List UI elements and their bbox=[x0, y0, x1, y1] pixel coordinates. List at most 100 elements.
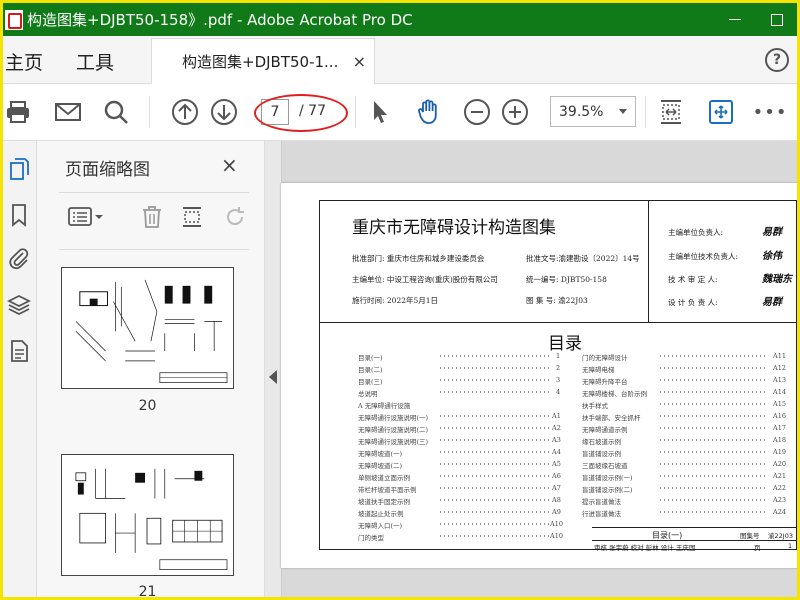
close-panel-icon[interactable]: × bbox=[221, 153, 238, 177]
page-thumbnail[interactable] bbox=[61, 267, 234, 389]
toolbar: 7 / 77 39.5% ••• bbox=[3, 84, 797, 141]
page-options-icon[interactable] bbox=[67, 202, 107, 232]
document-view[interactable]: 重庆市无障碍设计构造图集 批准部门: 重庆市住房和城乡建设委员会 主编单位: 中… bbox=[265, 141, 797, 597]
title-block-atlas-no: 渝22J03 bbox=[768, 532, 793, 540]
delete-icon[interactable] bbox=[137, 202, 167, 232]
tab-document[interactable]: 构造图集+DJBT50-1... × bbox=[151, 38, 375, 84]
fit-page-icon[interactable] bbox=[656, 97, 686, 127]
toc-page: A19 bbox=[773, 448, 786, 456]
info-line: 统一编号: DJBT50-158 bbox=[526, 275, 607, 284]
page-down-icon[interactable] bbox=[209, 97, 239, 127]
red-annotation-ellipse bbox=[254, 94, 348, 132]
toc-page: 1 bbox=[556, 352, 561, 360]
toc-entry: 门的类型 bbox=[358, 534, 384, 542]
toc-page: A4 bbox=[552, 448, 561, 456]
toc-entry: 扶手端部、安全抓杆 bbox=[582, 414, 641, 422]
layers-icon[interactable] bbox=[6, 291, 32, 319]
signatory-role: 设 计 负 责 人: bbox=[668, 298, 718, 307]
title-block: 目录(一) 图集号 渝22J03 审核 张宇蔚 校对 彭林 设计 王庆国 页 1 bbox=[592, 527, 797, 552]
toc-entry: 无障碍通行设施说明(一) bbox=[358, 414, 429, 422]
toc-entry: 无障碍通行设施说明(三) bbox=[358, 438, 429, 446]
page-thumbnail-drawing bbox=[75, 279, 228, 383]
more-icon[interactable]: ••• bbox=[753, 97, 787, 127]
pdf-page: 重庆市无障碍设计构造图集 批准部门: 重庆市住房和城乡建设委员会 主编单位: 中… bbox=[281, 183, 797, 568]
toc-entry: 无障碍坡道(二) bbox=[358, 462, 403, 470]
search-icon[interactable] bbox=[101, 97, 131, 127]
panel-divider bbox=[59, 249, 249, 250]
cover-header: 重庆市无障碍设计构造图集 批准部门: 重庆市住房和城乡建设委员会 主编单位: 中… bbox=[320, 201, 797, 323]
title-block-atlas-label: 图集号 bbox=[740, 532, 760, 540]
toc-page: A17 bbox=[773, 424, 786, 432]
crop-icon[interactable] bbox=[177, 202, 207, 232]
title-bar: 构造图集+DJBT50-158》.pdf - Adobe Acrobat Pro… bbox=[3, 3, 797, 36]
toc-entry: 无障碍通行设施说明(二) bbox=[358, 426, 429, 434]
page-up-icon[interactable] bbox=[170, 97, 200, 127]
info-line: 主编单位: 中设工程咨询(重庆)股份有限公司 bbox=[352, 275, 498, 284]
tab-tools[interactable]: 工具 bbox=[76, 48, 114, 75]
drawing-frame: 重庆市无障碍设计构造图集 批准部门: 重庆市住房和城乡建设委员会 主编单位: 中… bbox=[319, 200, 797, 552]
toc-page: A18 bbox=[773, 436, 786, 444]
minimize-button[interactable] bbox=[715, 3, 755, 36]
collapse-panel-icon[interactable] bbox=[269, 370, 277, 384]
document-properties-icon[interactable] bbox=[6, 337, 32, 365]
toc-page: A2 bbox=[552, 424, 561, 432]
toc-page: A9 bbox=[552, 508, 561, 516]
toc-page: 3 bbox=[556, 376, 561, 384]
panel-collapse-strip[interactable] bbox=[265, 141, 282, 597]
toc-section: A 无障碍通行设施 bbox=[358, 402, 411, 410]
toc-page: A7 bbox=[552, 484, 561, 492]
close-tab-icon[interactable]: × bbox=[353, 52, 366, 71]
info-line: 图 集 号: 渝22J03 bbox=[526, 296, 588, 305]
help-icon[interactable]: ? bbox=[765, 48, 789, 72]
thumbnail-page-number: 20 bbox=[138, 398, 157, 414]
toolbar-separator bbox=[355, 96, 356, 128]
maximize-button[interactable] bbox=[757, 3, 797, 36]
signature: 徐伟 bbox=[762, 251, 782, 262]
attachment-icon[interactable] bbox=[6, 245, 32, 273]
atlas-title: 重庆市无障碍设计构造图集 bbox=[352, 218, 556, 238]
toc-entry: 目录(一) bbox=[358, 354, 383, 362]
zoom-select[interactable]: 39.5% bbox=[550, 96, 636, 127]
print-icon[interactable] bbox=[5, 97, 35, 127]
page-thumbnails-icon[interactable] bbox=[6, 155, 32, 183]
acrobat-window: 构造图集+DJBT50-158》.pdf - Adobe Acrobat Pro… bbox=[0, 0, 800, 600]
bookmark-icon[interactable] bbox=[6, 201, 32, 229]
thumbnail-toolbar bbox=[37, 199, 265, 237]
title-block-page: 1 bbox=[788, 542, 793, 550]
acrobat-app-icon bbox=[5, 9, 23, 30]
toc-entry: 门的无障碍设计 bbox=[582, 354, 628, 362]
rotate-icon[interactable] bbox=[220, 202, 250, 232]
hand-icon[interactable] bbox=[414, 97, 444, 127]
select-cursor-icon[interactable] bbox=[365, 97, 395, 127]
email-icon[interactable] bbox=[53, 97, 83, 127]
title-block-page-label: 页 bbox=[754, 544, 761, 552]
tab-home[interactable]: 主页 bbox=[5, 48, 43, 75]
signature: 易群 bbox=[762, 297, 782, 308]
toc-entry: 缘石坡道示例 bbox=[582, 438, 621, 446]
toc-entry: 目录(三) bbox=[358, 378, 383, 386]
signatory-role: 主编单位技术负责人: bbox=[668, 252, 739, 261]
toc-entry: 无障碍楼梯、台阶示例 bbox=[582, 390, 647, 398]
chevron-down-icon bbox=[619, 109, 627, 114]
toc-page: A3 bbox=[552, 436, 561, 444]
toc-title: 目录 bbox=[548, 334, 582, 354]
toc-page: 4 bbox=[556, 388, 561, 396]
toc-page: A23 bbox=[773, 496, 786, 504]
zoom-out-icon[interactable] bbox=[462, 97, 492, 127]
zoom-in-icon[interactable] bbox=[500, 97, 530, 127]
toolbar-separator bbox=[645, 96, 646, 128]
toc-page: A13 bbox=[773, 376, 786, 384]
page-thumbnail-drawing bbox=[75, 468, 228, 570]
toc-entry: 提示盲道做法 bbox=[582, 498, 621, 506]
full-screen-icon[interactable] bbox=[706, 97, 736, 127]
page-thumbnail[interactable] bbox=[61, 454, 234, 576]
toc-entry: 扶手样式 bbox=[582, 402, 608, 410]
toc-entry: 无障碍坡道(一) bbox=[358, 450, 403, 458]
toc-entry: 盲道铺设示例(一) bbox=[582, 474, 633, 482]
toc-entry: 单侧坡道立面示例 bbox=[358, 474, 410, 482]
toc-page: A6 bbox=[552, 472, 561, 480]
toc-page: A8 bbox=[552, 496, 561, 504]
toc-entry: 无障碍电梯 bbox=[582, 366, 615, 374]
thumbnails-panel: 页面缩略图 × 20 21 bbox=[37, 141, 290, 597]
toc-page: A20 bbox=[773, 460, 786, 468]
